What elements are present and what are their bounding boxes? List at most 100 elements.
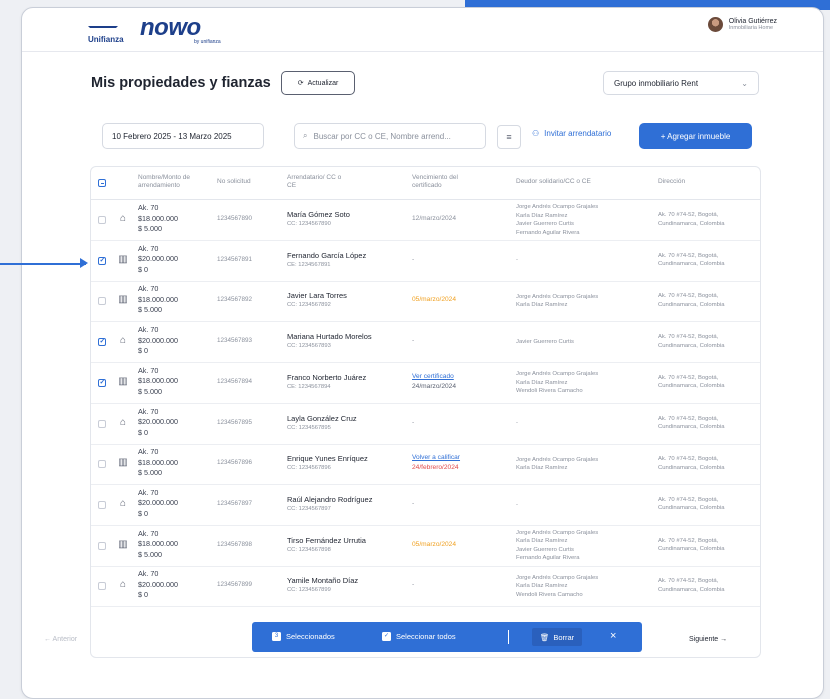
debtor-list: Jorge Andrés Ocampo Grajales Karla Díaz R… (516, 529, 598, 563)
tenant-name: Yamile Montaño Díaz (287, 576, 359, 586)
date-range-picker[interactable]: 10 Febrero 2025 - 13 Marzo 2025 (102, 123, 264, 149)
tenant-id: CC: 1234567899 (287, 587, 331, 594)
header-request: No solicitud (217, 178, 251, 185)
table-row[interactable]: ⌂ Ak. 70 $18.000.000 $ 5.000 1234567890 María… (91, 200, 760, 241)
group-select-value: Grupo inmobiliario Rent (614, 78, 699, 88)
tenant-info: Tirso Fernández Urrutia CC: 1234567898 (287, 536, 366, 554)
tenant-name: Tirso Fernández Urrutia (287, 535, 366, 545)
debtor-list: - (516, 256, 518, 265)
row-checkbox[interactable] (98, 216, 106, 224)
address: Ak. 70 #74-52, Bogotá, Cundinamarca, Colo… (658, 374, 724, 391)
select-all-button[interactable]: ✓ Seleccionar todos (382, 632, 456, 641)
table-row[interactable]: ▥ Ak. 70 $18.000.000 $ 5.000 1234567892 Javie… (91, 281, 760, 323)
user-menu[interactable]: Olivia Gutiérrez Inmobiliaria Home (707, 17, 777, 32)
request-number: 1234567891 (217, 255, 253, 263)
property-info: Ak. 70 $20.000.000 $ 0 (138, 407, 178, 439)
debtor-list: - (516, 501, 518, 510)
property-extra: $ 0 (138, 427, 148, 437)
property-amount: $18.000.000 (138, 213, 178, 223)
table-row[interactable]: ▥ Ak. 70 $18.000.000 $ 5.000 1234567898 Tirso… (91, 526, 760, 567)
table-row[interactable]: ⌂ Ak. 70 $20.000.000 $ 0 1234567897 Raúl Alej… (91, 485, 760, 526)
debtor-name: Javier Guerrero Curtis (516, 338, 574, 345)
row-checkbox[interactable] (98, 541, 106, 550)
tenant-info: Fernando García López CE: 1234567891 (287, 251, 366, 269)
tenant-id: CC: 1234567897 (287, 505, 331, 512)
debtor-name: Javier Guerrero Curtis (516, 221, 574, 227)
user-role: Inmobiliaria Home (728, 25, 774, 31)
building-icon: ▥ (118, 457, 128, 469)
tenant-info: Layla González Cruz CC: 1234567895 (287, 414, 357, 432)
tenant-id: CE: 1234567891 (287, 261, 331, 268)
property-extra: $ 0 (138, 590, 148, 600)
house-icon: ⌂ (119, 579, 127, 591)
table-row[interactable]: ▥ Ak. 70$18.000.000$ 5.000 1234567894 Franc… (91, 363, 760, 404)
property-extra: $ 5.000 (138, 549, 162, 559)
property-extra: $ 0 (138, 346, 148, 356)
building-icon: ▥ (118, 253, 128, 265)
debtor-list: - (516, 419, 518, 428)
app-logo[interactable]: nowo (140, 14, 201, 42)
view-certificate-link[interactable]: Ver certificado (412, 372, 456, 382)
table-row[interactable]: ▥ Ak. 70$20.000.000$ 0 1234567891 Fernando … (91, 241, 760, 282)
property-amount: $18.000.000 (138, 539, 178, 549)
refresh-button[interactable]: ⟳ Actualizar (281, 71, 355, 95)
building-icon: ▥ (118, 294, 128, 306)
property-name: Ak. 70 (138, 487, 159, 497)
close-icon[interactable]: × (610, 630, 616, 642)
pointer-arrow-line (0, 263, 86, 265)
selected-button[interactable]: 3 Seleccionados (272, 632, 335, 641)
row-checkbox[interactable] (98, 582, 106, 591)
table-row[interactable]: ⌂ Ak. 70 $20.000.000 $ 0 1234567899 Yamile Mo… (91, 566, 760, 608)
request-number: 1234567896 (217, 459, 253, 467)
property-amount: $20.000.000 (138, 254, 178, 264)
tenant-name: Mariana Hurtado Morelos (287, 332, 372, 342)
previous-page-button[interactable]: ← Anterior (44, 636, 77, 643)
add-property-button[interactable]: + Agregar inmueble (639, 123, 752, 149)
row-checkbox[interactable] (98, 419, 106, 428)
select-all-checkbox[interactable] (98, 179, 106, 187)
filter-button[interactable]: ≡ (497, 125, 521, 149)
group-select[interactable]: Grupo inmobiliario Rent ⌄ (603, 71, 759, 95)
row-checkbox[interactable] (98, 297, 106, 306)
tenant-id: CE: 1234567894 (287, 383, 331, 390)
cert-date: 05/marzo/2024 (412, 296, 456, 304)
tenant-info: Franco Norberto Juárez CE: 1234567894 (287, 373, 366, 391)
search-input[interactable] (311, 130, 485, 142)
property-extra: $ 5.000 (138, 224, 162, 233)
property-info: Ak. 70 $18.000.000 $ 5.000 (138, 529, 178, 561)
pointer-arrow-icon (80, 258, 88, 268)
debtor-name: Karla Díaz Ramírez (516, 212, 568, 219)
row-checkbox[interactable] (98, 256, 106, 265)
address-line: Ak. 70 #74-52, Bogotá, (658, 212, 719, 218)
request-number: 1234567894 (217, 377, 253, 385)
property-amount: $18.000.000 (138, 457, 178, 467)
table-row[interactable]: ⌂ Ak. 70$20.000.000$ 0 1234567893 Mariana H… (91, 322, 760, 364)
address: Ak. 70 #74-52, Bogotá, Cundinamarca, Colo… (658, 252, 724, 269)
address-line: Cundinamarca, Colombia (658, 546, 725, 553)
property-info: Ak. 70 $18.000.000 $ 5.000 (138, 447, 178, 479)
cert-expiry: - (412, 337, 415, 345)
search-icon: ⌕ (303, 131, 308, 140)
debtor-name: Wendoli Rivera Camacho (516, 388, 583, 395)
debtor-list: Jorge Andrés Ocampo Grajales Karla Díaz R… (516, 574, 598, 600)
next-page-button[interactable]: Siguiente → (689, 636, 727, 643)
row-checkbox[interactable] (98, 500, 106, 509)
address-line: Cundinamarca, Colombia (658, 342, 725, 349)
search-box[interactable]: ⌕ (294, 123, 486, 149)
select-all-label: Seleccionar todos (396, 632, 456, 641)
row-checkbox[interactable] (98, 378, 106, 387)
address-line: Cundinamarca, Colombia (658, 383, 725, 390)
selected-label: Seleccionados (286, 632, 335, 641)
request-number: 1234567899 (217, 581, 253, 589)
row-checkbox[interactable] (98, 460, 106, 469)
row-checkbox[interactable] (98, 337, 106, 347)
tenant-info: María Gómez Soto CC: 1234567890 (287, 210, 350, 228)
cert-date: 24/marzo/2024 (412, 382, 456, 390)
requalify-link[interactable]: Volver a calificar (412, 453, 460, 463)
cert-expiry: 05/marzo/2024 (412, 296, 456, 303)
table-row[interactable]: ▥ Ak. 70 $18.000.000 $ 5.000 1234567896 Enriq… (91, 444, 760, 486)
table-row[interactable]: ⌂ Ak. 70 $20.000.000 $ 0 1234567895 Layla Gon… (91, 404, 760, 445)
delete-button[interactable]: 🗑 Borrar (532, 628, 582, 646)
request-number: 1234567895 (217, 418, 253, 426)
invite-tenant-button[interactable]: ⚇ Invitar arrendatario (532, 129, 611, 138)
